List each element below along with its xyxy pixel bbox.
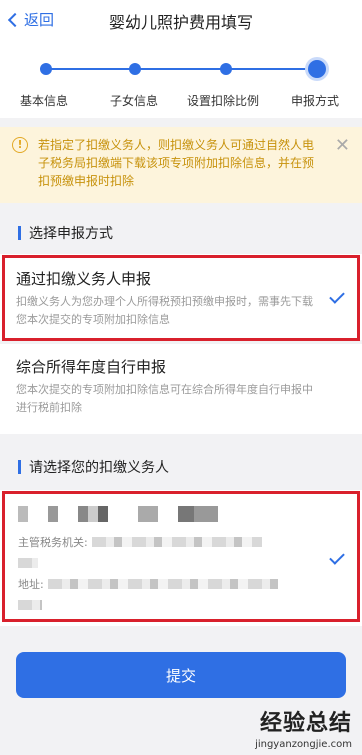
step-label-4: 申报方式 xyxy=(291,94,340,108)
warning-icon: ! xyxy=(12,137,28,153)
watermark-title: 经验总结 xyxy=(259,711,352,736)
notice-text: 若指定了扣缴义务人，则扣缴义务人可通过自然人电子税务局扣缴端下载该项专项附加扣除… xyxy=(38,138,315,188)
page-title: 婴幼儿照护费用填写 xyxy=(108,13,253,32)
top-bar: 返回 婴幼儿照护费用填写 xyxy=(0,0,362,42)
section-title: 选择申报方式 xyxy=(29,226,113,242)
notice-banner: ! 若指定了扣缴义务人，则扣缴义务人可通过自然人电子税务局扣缴端下载该项专项附加… xyxy=(0,127,362,203)
progress-steps: 基本信息 子女信息 设置扣除比例 申报方式 xyxy=(0,42,362,118)
option-title: 综合所得年度自行申报 xyxy=(16,358,167,376)
step-dot-3 xyxy=(220,63,232,75)
step-dot-current xyxy=(308,60,326,78)
section-bar xyxy=(18,226,21,240)
highlight-box-option xyxy=(2,255,360,341)
submit-button[interactable]: 提交 xyxy=(16,652,346,698)
step-label-2: 子女信息 xyxy=(110,94,159,108)
steps-line xyxy=(46,68,316,70)
chevron-left-icon xyxy=(7,12,23,28)
step-label-1: 基本信息 xyxy=(20,94,69,108)
close-icon[interactable]: ✕ xyxy=(335,137,350,155)
highlight-box-agent xyxy=(2,491,360,622)
section-select-agent: 请选择您的扣缴义务人 xyxy=(0,448,362,486)
back-button[interactable]: 返回 xyxy=(7,9,55,30)
step-dot-1 xyxy=(40,63,52,75)
step-label-3: 设置扣除比例 xyxy=(187,94,260,108)
section-declare-method: 选择申报方式 xyxy=(0,214,362,252)
section-title: 请选择您的扣缴义务人 xyxy=(29,460,169,476)
option-self-declare[interactable]: 综合所得年度自行申报 您本次提交的专项附加扣除信息可在综合所得年度自行申报中进行… xyxy=(0,344,362,434)
option-desc: 您本次提交的专项附加扣除信息可在综合所得年度自行申报中进行税前扣除 xyxy=(16,383,313,414)
watermark: 经验总结 jingyanzongjie.com xyxy=(255,705,352,750)
back-label: 返回 xyxy=(24,11,55,29)
section-bar xyxy=(18,460,21,474)
watermark-url: jingyanzongjie.com xyxy=(255,739,352,750)
step-dot-2 xyxy=(129,63,141,75)
